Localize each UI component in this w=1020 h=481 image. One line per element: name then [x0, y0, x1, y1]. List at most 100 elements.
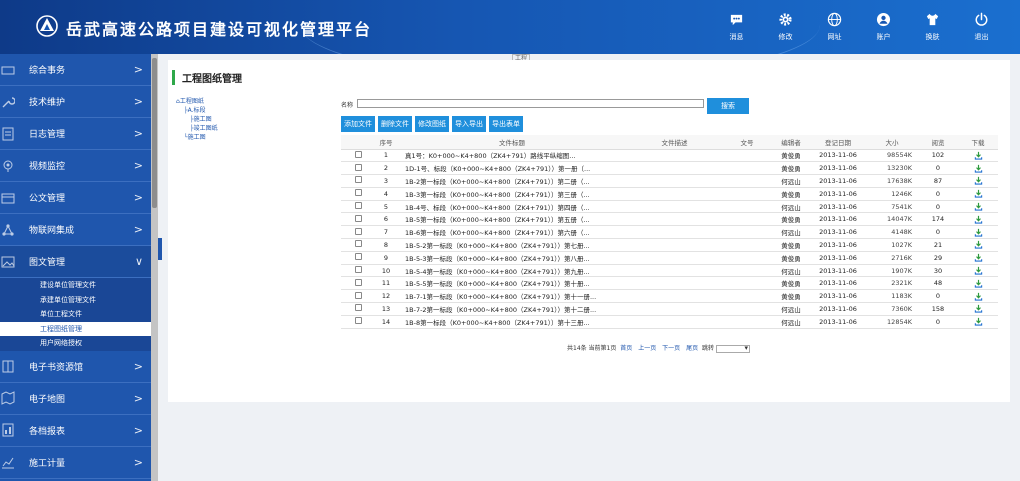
row-title[interactable]: 1B-3第一标段（K0+000~K4+800（ZK4+791））第三册（...: [397, 187, 627, 201]
menu-item-ebook-library[interactable]: 电子书资源馆 >: [0, 351, 151, 383]
row-desc: [627, 174, 722, 188]
row-checkbox[interactable]: [354, 214, 362, 222]
menu-item-reports[interactable]: 各档报表 >: [0, 415, 151, 447]
download-icon[interactable]: [974, 279, 983, 288]
row-cell: [958, 302, 998, 316]
pager-first[interactable]: 首页: [620, 345, 632, 352]
search-button[interactable]: 搜索: [707, 98, 749, 114]
download-icon[interactable]: [974, 189, 983, 198]
download-icon[interactable]: [974, 215, 983, 224]
menu-item-construction-measurement[interactable]: 施工计量 >: [0, 447, 151, 479]
pager-next[interactable]: 下一页: [662, 345, 680, 352]
row-checkbox[interactable]: [354, 227, 362, 235]
sub-item-drawing-management[interactable]: 工程图纸管理: [0, 321, 151, 336]
table-row[interactable]: 5 1B-4号、标段（K0+000~K4+800（ZK4+791））第四册（...…: [341, 200, 998, 214]
row-checkbox[interactable]: [354, 317, 362, 325]
menu-item-iot-integration[interactable]: 物联网集成 >: [0, 214, 151, 246]
tree-node-section[interactable]: ├A.标段: [176, 105, 218, 114]
row-title[interactable]: 1B-7-1第一标段（K0+000~K4+800（ZK4+791））第十一册..…: [397, 289, 627, 304]
download-icon[interactable]: [974, 304, 983, 314]
sidebar-toggle-handle[interactable]: [158, 238, 162, 260]
sub-item-user-authorization[interactable]: 用户网络授权: [0, 336, 151, 351]
table-row[interactable]: 6 1B-5第一标段（K0+000~K4+800（ZK4+791））第五册（...…: [341, 212, 998, 227]
row-title[interactable]: 1B-5-2第一标段（K0+000~K4+800（ZK4+791））第七册...: [397, 238, 627, 252]
table-row[interactable]: 3 1B-2第一标段（K0+000~K4+800（ZK4+791））第二册（...…: [341, 174, 998, 188]
menu-item-image-management[interactable]: 图文管理 ∨: [0, 246, 151, 278]
row-checkbox[interactable]: [354, 176, 362, 184]
download-icon[interactable]: [974, 292, 983, 301]
row-title[interactable]: 真1号：K0+000~K4+800（ZK4+791）路线平纵缩图...: [397, 149, 627, 163]
menu-item-log-management[interactable]: 日志管理 >: [0, 118, 151, 150]
row-title[interactable]: 1B-2第一标段（K0+000~K4+800（ZK4+791））第二册（...: [397, 174, 627, 188]
table-row[interactable]: 11 1B-5-5第一标段（K0+000~K4+800（ZK4+791））第十册.…: [341, 276, 998, 291]
row-checkbox[interactable]: [354, 202, 362, 210]
sidebar-scrollbar[interactable]: [151, 54, 158, 481]
table-row[interactable]: 13 1B-7-2第一标段（K0+000~K4+800（ZK4+791））第十二册…: [341, 302, 998, 316]
download-icon[interactable]: [974, 253, 983, 262]
row-checkbox[interactable]: [354, 163, 362, 171]
row-title[interactable]: 1B-7-2第一标段（K0+000~K4+800（ZK4+791））第十二册..…: [397, 302, 627, 316]
download-icon[interactable]: [974, 176, 983, 186]
menu-item-general-affairs[interactable]: 综合事务 >: [0, 54, 151, 86]
settings-button[interactable]: 修改: [761, 0, 810, 54]
row-checkbox[interactable]: [354, 253, 362, 261]
table-row[interactable]: 9 1B-5-3第一标段（K0+000~K4+800（ZK4+791））第八册..…: [341, 251, 998, 265]
download-icon[interactable]: [974, 228, 983, 237]
scrollbar-thumb[interactable]: [152, 58, 157, 208]
row-checkbox[interactable]: [354, 278, 362, 286]
tree-node-construction[interactable]: ├施工图: [176, 114, 218, 123]
row-title[interactable]: 1B-5-3第一标段（K0+000~K4+800（ZK4+791））第八册...: [397, 251, 627, 265]
row-checkbox[interactable]: [354, 266, 362, 274]
download-icon[interactable]: [974, 240, 983, 250]
table-row[interactable]: 14 1B-8第一标段（K0+000~K4+800（ZK4+791））第十三册..…: [341, 315, 998, 329]
table-row[interactable]: 4 1B-3第一标段（K0+000~K4+800（ZK4+791））第三册（...…: [341, 187, 998, 201]
row-checkbox[interactable]: [354, 150, 362, 158]
download-icon[interactable]: [974, 151, 983, 160]
menu-item-document-management[interactable]: 公文管理 >: [0, 182, 151, 214]
row-title[interactable]: 1B-8第一标段（K0+000~K4+800（ZK4+791））第十三册...: [397, 315, 627, 329]
row-title[interactable]: 1D-1号、标段（K0+000~K4+800（ZK4+791））第一册（...: [397, 161, 627, 176]
table-row[interactable]: 12 1B-7-1第一标段（K0+000~K4+800（ZK4+791））第十一册…: [341, 289, 998, 304]
row-title[interactable]: 1B-5-4第一标段（K0+000~K4+800（ZK4+791））第九册...: [397, 264, 627, 278]
menu-item-tech-maintenance[interactable]: 技术维护 >: [0, 86, 151, 118]
download-icon[interactable]: [974, 266, 983, 275]
sub-item-unit-project-files[interactable]: 单位工程文件: [0, 307, 151, 322]
table-row[interactable]: 8 1B-5-2第一标段（K0+000~K4+800（ZK4+791））第七册..…: [341, 238, 998, 252]
table-row[interactable]: 10 1B-5-4第一标段（K0+000~K4+800（ZK4+791））第九册.…: [341, 264, 998, 278]
delete-file-button[interactable]: 删除文件: [378, 116, 412, 132]
row-title[interactable]: 1B-4号、标段（K0+000~K4+800（ZK4+791））第四册（...: [397, 200, 627, 214]
table-row[interactable]: 7 1B-6第一标段（K0+000~K4+800（ZK4+791））第六册（...…: [341, 225, 998, 240]
tree-node-root[interactable]: ⌂工程图纸: [176, 96, 218, 105]
row-checkbox[interactable]: [354, 291, 362, 299]
edit-drawing-button[interactable]: 修改图纸: [415, 116, 449, 132]
export-form-button[interactable]: 导出表单: [489, 116, 523, 132]
skin-button[interactable]: 换肤: [908, 0, 957, 54]
row-checkbox[interactable]: [354, 240, 362, 248]
pager-select[interactable]: [715, 344, 750, 353]
row-checkbox[interactable]: [354, 189, 362, 197]
sub-item-contractor-files[interactable]: 承建单位管理文件: [0, 293, 151, 308]
website-button[interactable]: 网址: [810, 0, 859, 54]
row-title[interactable]: 1B-6第一标段（K0+000~K4+800（ZK4+791））第六册（...: [397, 225, 627, 240]
menu-item-electronic-map[interactable]: 电子地图 >: [0, 383, 151, 415]
download-icon[interactable]: [974, 164, 983, 173]
tree-node-completion[interactable]: ├竣工图纸: [176, 123, 218, 132]
download-icon[interactable]: [974, 317, 983, 326]
table-row[interactable]: 2 1D-1号、标段（K0+000~K4+800（ZK4+791））第一册（...…: [341, 161, 998, 176]
search-input[interactable]: [357, 99, 704, 108]
download-icon[interactable]: [974, 202, 983, 211]
pager-prev[interactable]: 上一页: [638, 345, 656, 352]
row-title[interactable]: 1B-5第一标段（K0+000~K4+800（ZK4+791））第五册（...: [397, 212, 627, 227]
add-file-button[interactable]: 添加文件: [341, 116, 375, 132]
import-export-button[interactable]: 导入导出: [452, 116, 486, 132]
message-button[interactable]: 消息: [712, 0, 761, 54]
tree-node-construction-2[interactable]: └施工图: [176, 132, 218, 141]
row-checkbox[interactable]: [354, 304, 362, 312]
sub-item-owner-files[interactable]: 建设单位管理文件: [0, 278, 151, 293]
pager-last[interactable]: 尾页: [686, 345, 698, 352]
logout-button[interactable]: 退出: [957, 0, 1006, 54]
row-title[interactable]: 1B-5-5第一标段（K0+000~K4+800（ZK4+791））第十册...: [397, 276, 627, 291]
table-row[interactable]: 1 真1号：K0+000~K4+800（ZK4+791）路线平纵缩图... 黄俊勇 2…: [341, 149, 998, 163]
account-button[interactable]: 账户: [859, 0, 908, 54]
menu-item-video-monitoring[interactable]: 视频监控 >: [0, 150, 151, 182]
